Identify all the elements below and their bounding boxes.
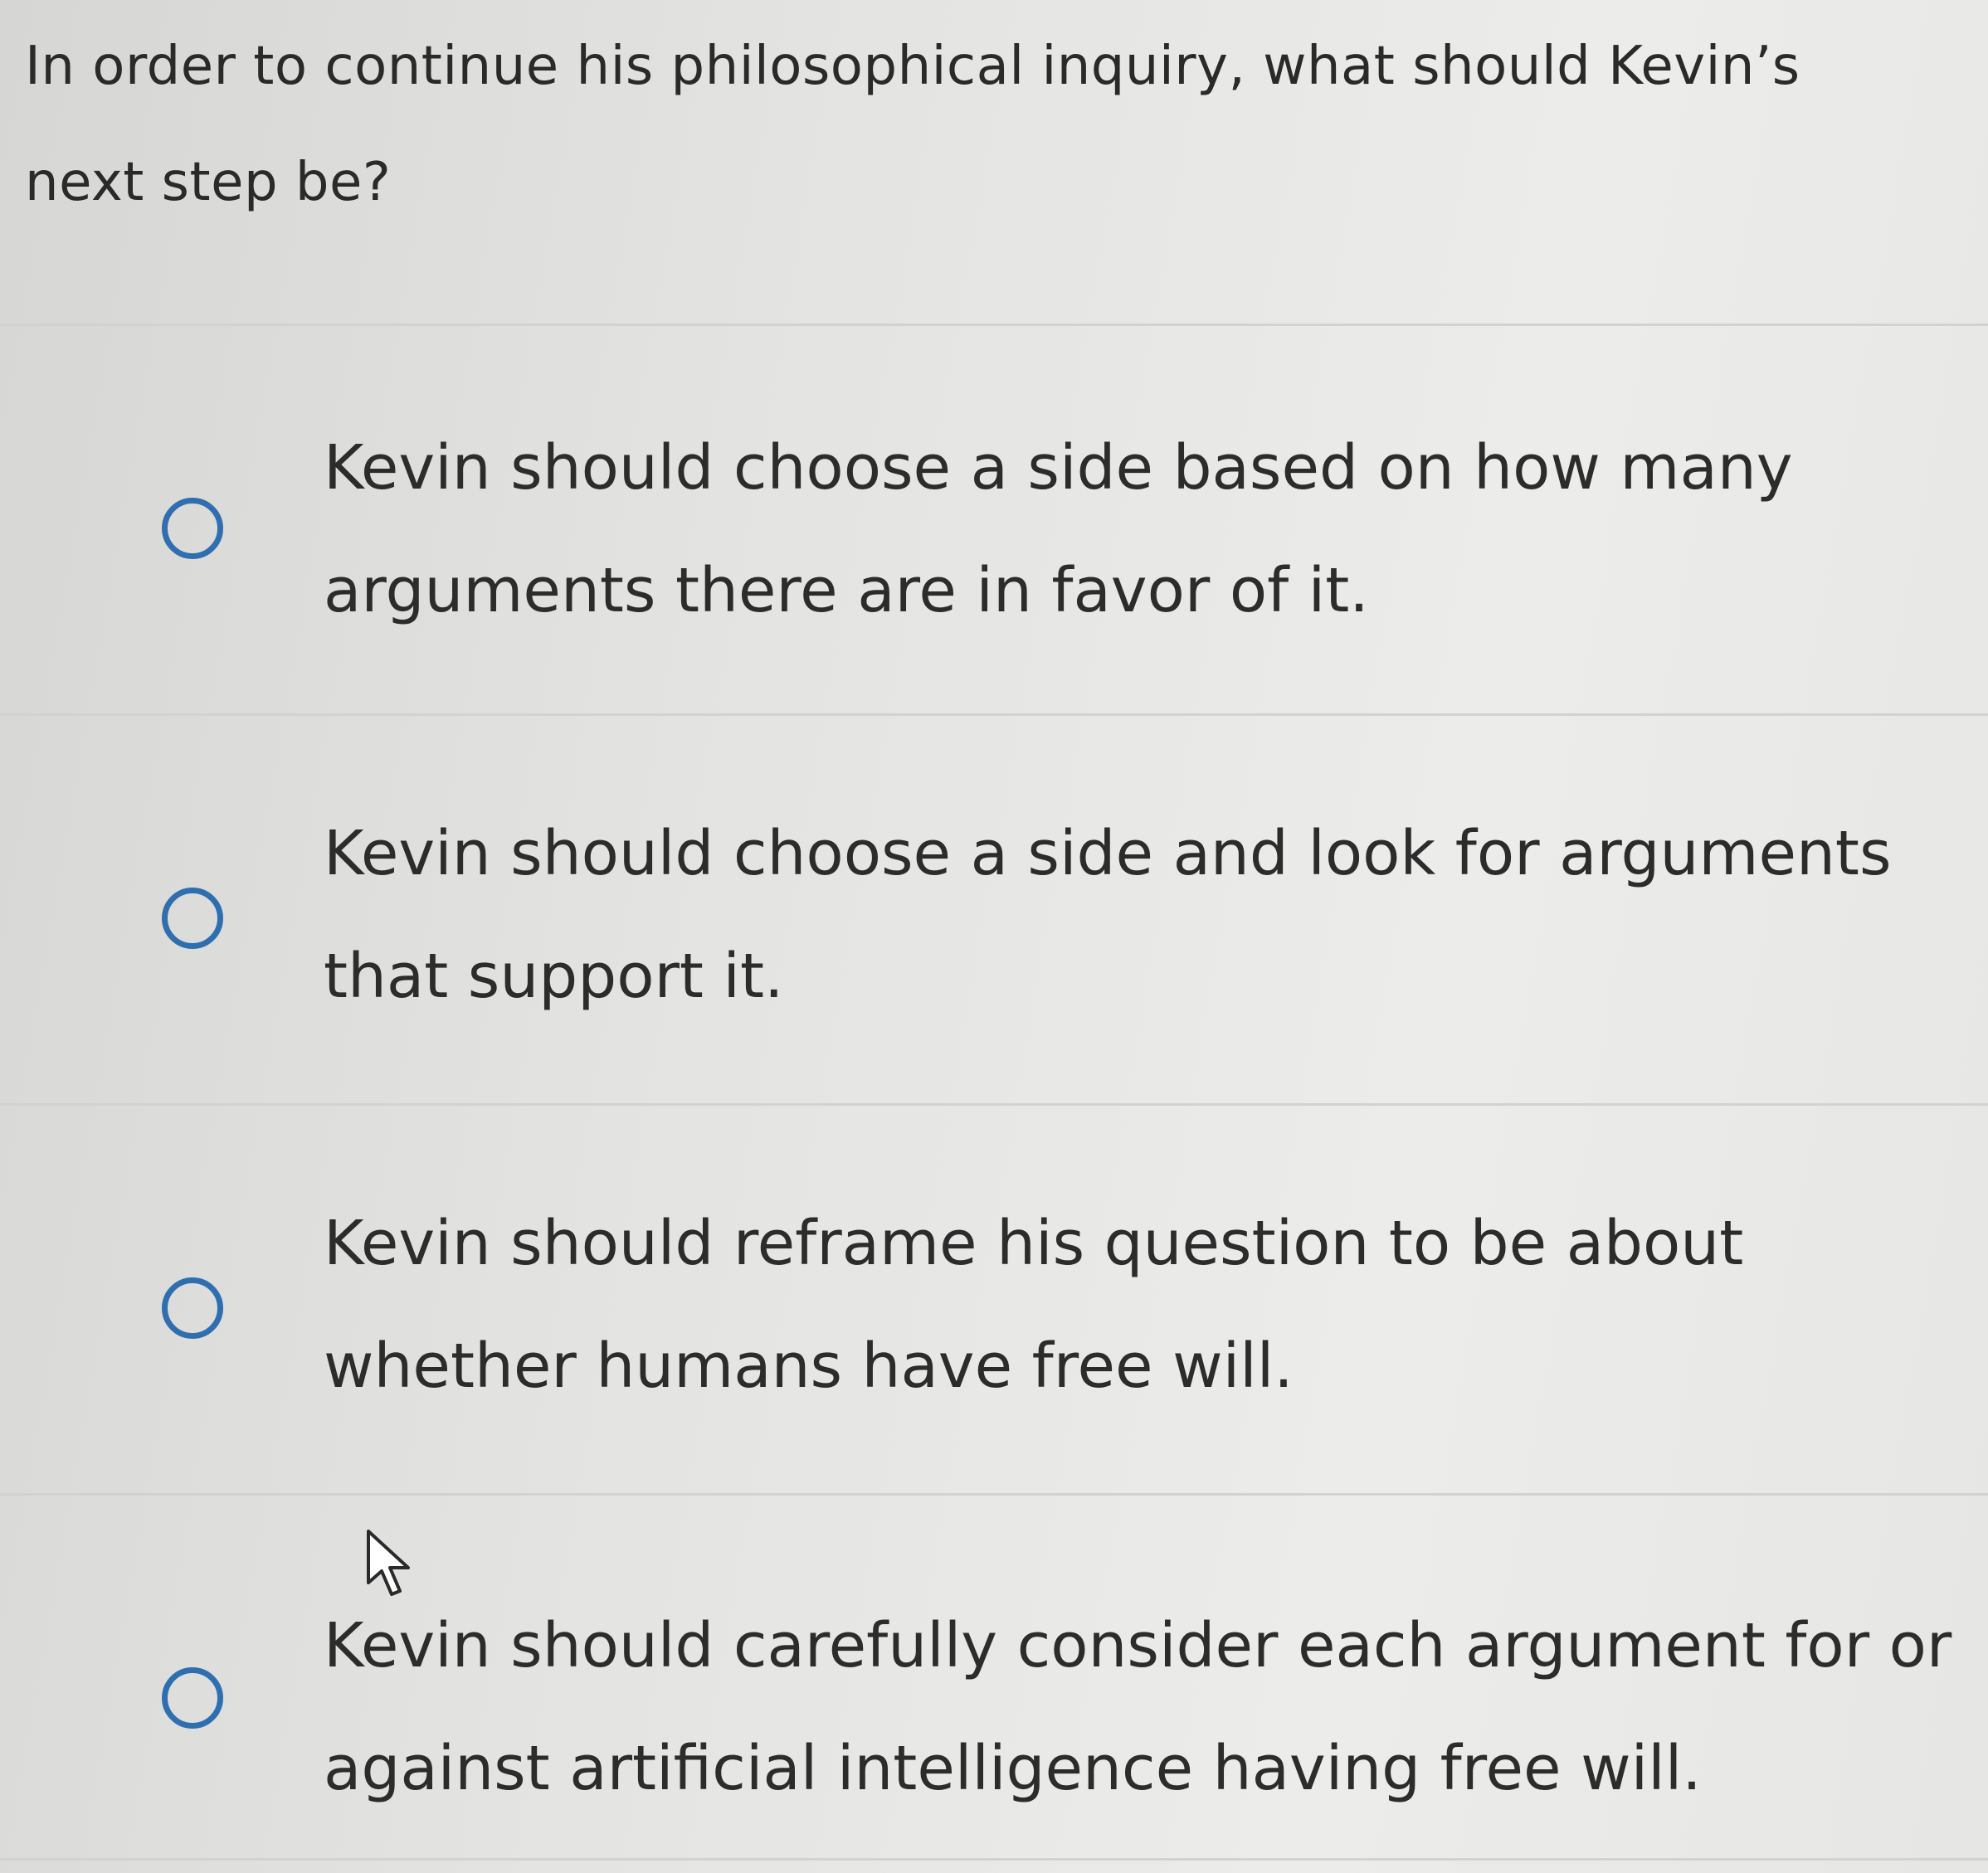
divider (0, 1103, 1988, 1106)
radio-button-icon[interactable] (162, 498, 223, 559)
divider (0, 1493, 1988, 1496)
answer-option-label: Kevin should carefully consider each arg… (324, 1610, 1952, 1804)
radio-button-icon[interactable] (162, 1667, 223, 1729)
answer-option-1[interactable]: Kevin should choose a side based on how … (0, 332, 1988, 680)
divider (0, 713, 1988, 716)
divider (0, 324, 1988, 326)
answer-option-4[interactable]: Kevin should carefully consider each arg… (0, 1501, 1988, 1850)
answer-option-3[interactable]: Kevin should reframe his question to be … (0, 1112, 1988, 1460)
divider (0, 1858, 1988, 1861)
quiz-page: In order to continue his philosophical i… (0, 0, 1988, 1873)
radio-button-icon[interactable] (162, 1277, 223, 1339)
radio-button-icon[interactable] (162, 888, 223, 949)
answer-option-label: Kevin should reframe his question to be … (324, 1208, 1744, 1402)
answer-option-label: Kevin should choose a side based on how … (324, 432, 1793, 626)
answer-option-2[interactable]: Kevin should choose a side and look for … (0, 722, 1988, 1070)
mouse-pointer-icon (367, 1530, 410, 1596)
question-text: In order to continue his philosophical i… (25, 36, 1800, 213)
answer-option-label: Kevin should choose a side and look for … (324, 818, 1892, 1012)
